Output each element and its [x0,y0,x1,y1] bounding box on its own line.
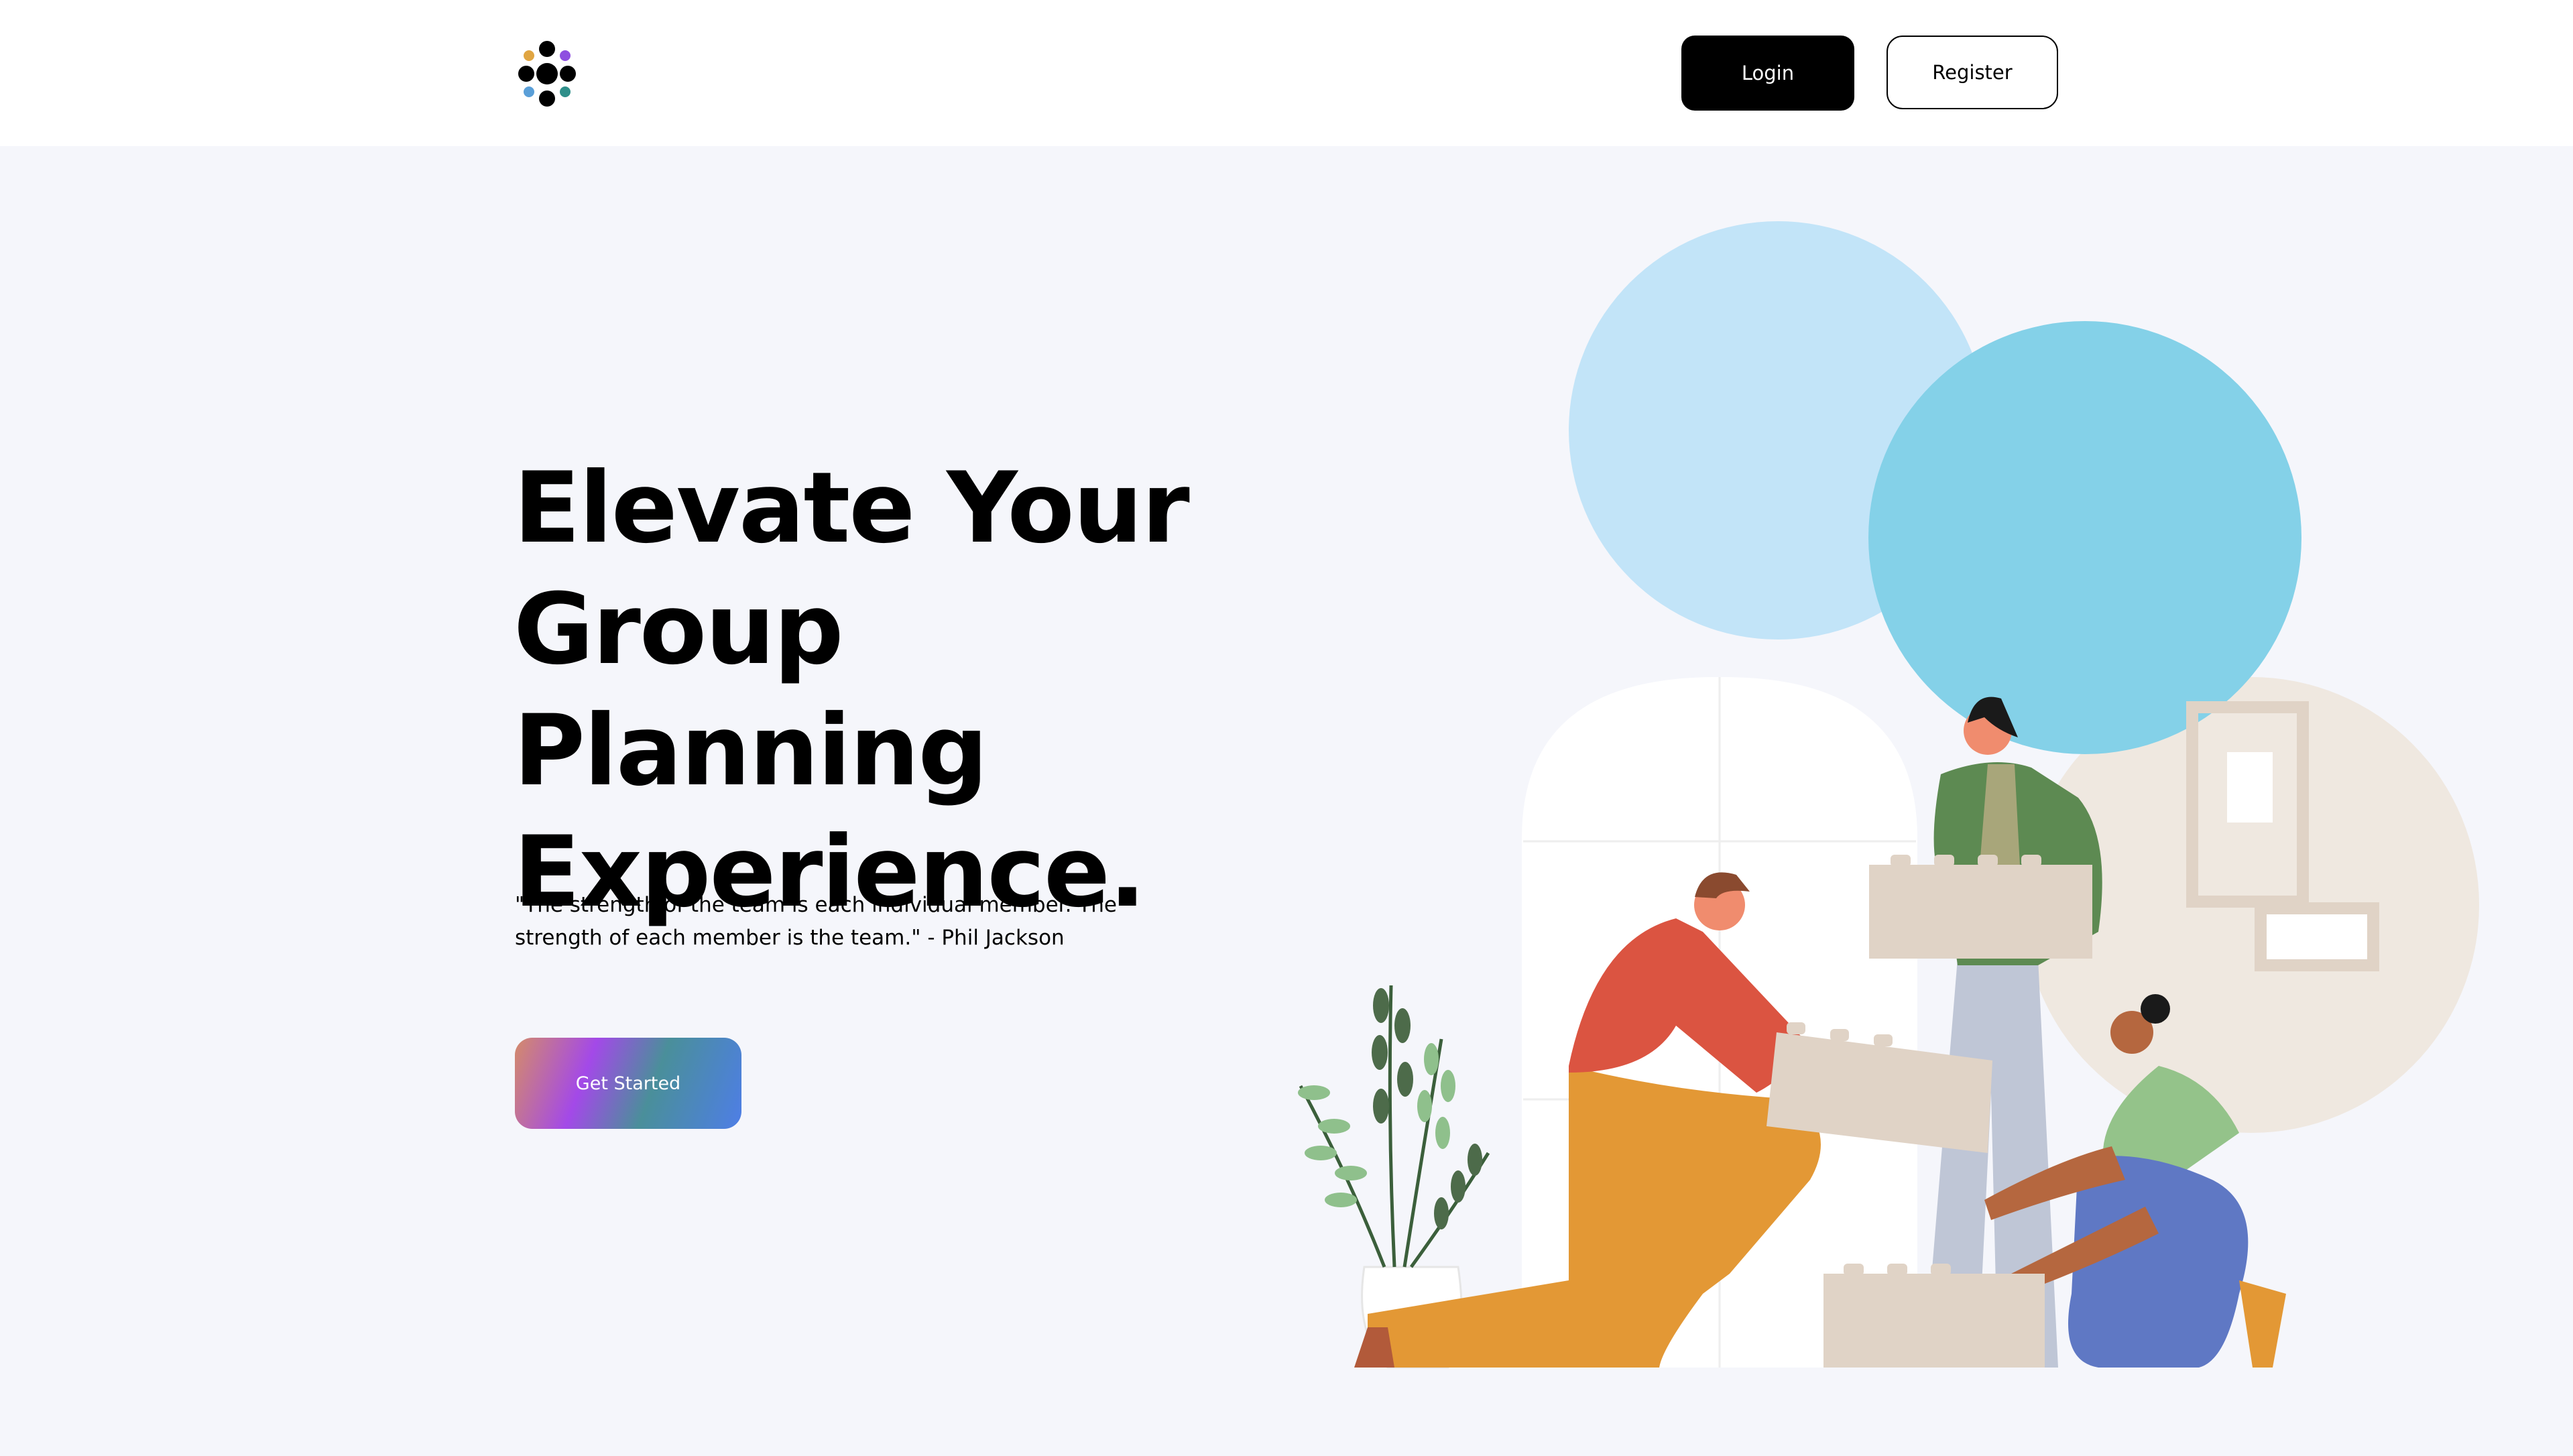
hero-title: Elevate Your Group Planning Experience. [514,448,1318,933]
blue-circle [1868,321,2301,754]
box-top [1869,865,2092,959]
brand-logo-icon[interactable] [514,40,581,107]
box-bottom [1823,1274,2045,1368]
team-building-illustration [1298,221,2479,1369]
plant [1298,985,1490,1268]
hero-title-line-2: Group Planning [514,572,988,808]
get-started-button[interactable]: Get Started [515,1038,741,1129]
picture-frame-small [2255,902,2379,971]
hero-quote: "The strength of the team is each indivi… [515,893,1117,950]
register-button[interactable]: Register [1887,36,2058,109]
top-header: Login Register [0,0,2573,146]
login-button[interactable]: Login [1681,36,1854,111]
hero-title-line-1: Elevate Your [514,451,1190,565]
